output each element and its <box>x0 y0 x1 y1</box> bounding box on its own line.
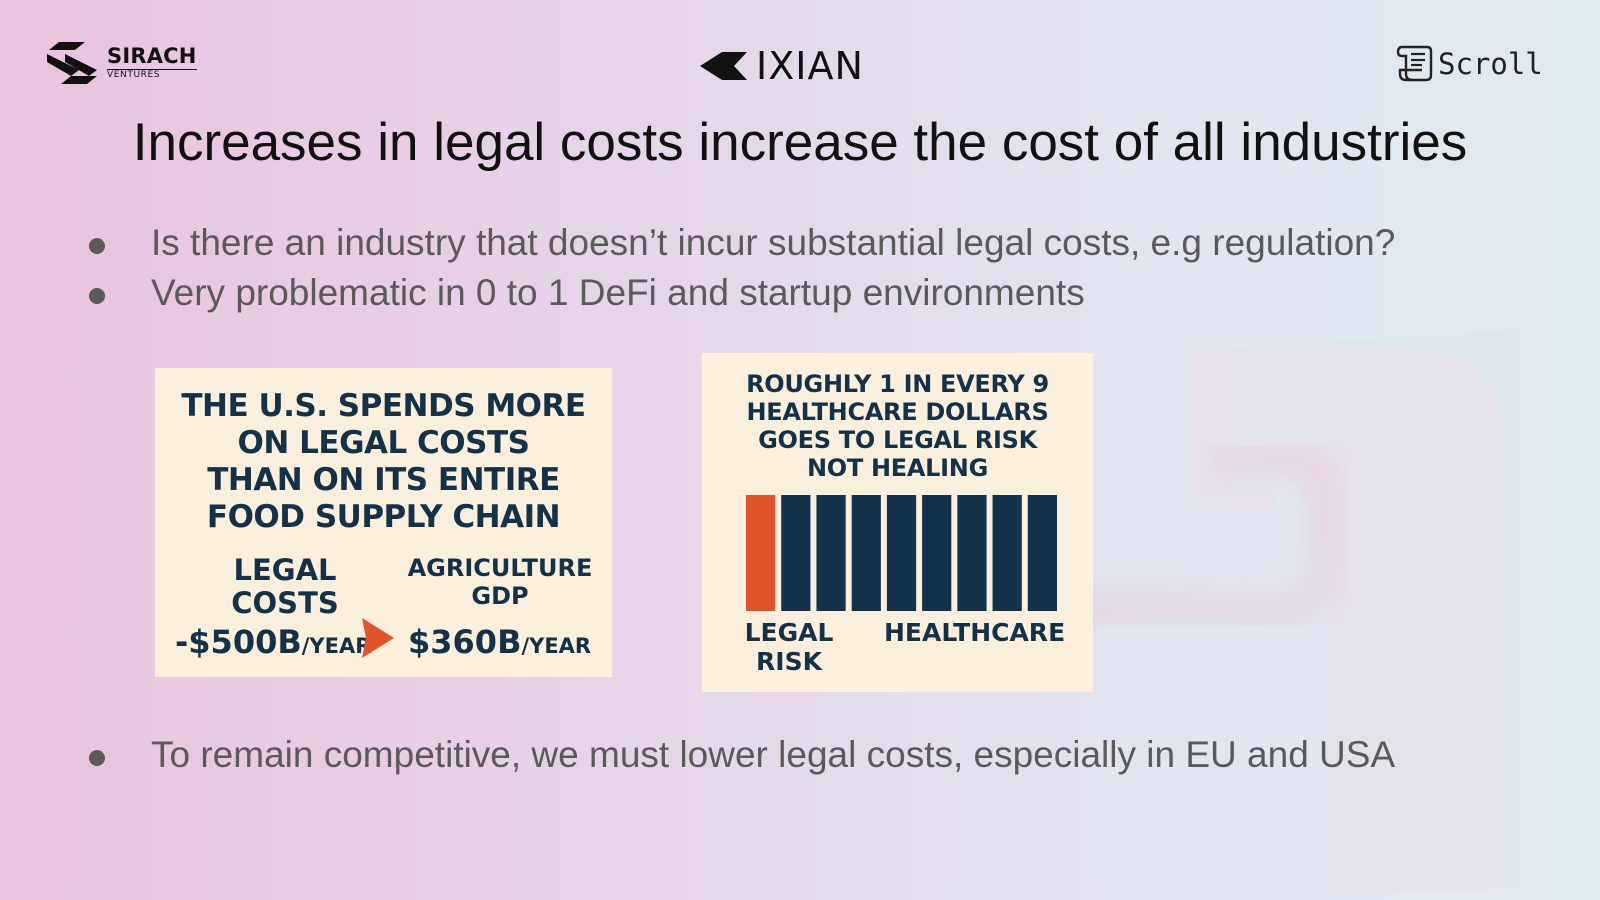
healthcare-bar <box>781 495 811 611</box>
legal-risk-bar <box>746 495 776 611</box>
bullet-dot-icon <box>89 750 105 766</box>
value-number: $360B <box>408 623 522 661</box>
headline-line: GOES TO LEGAL RISK <box>758 426 1037 454</box>
label-line: GDP <box>471 582 529 610</box>
legal-costs-value: -$500B/YEAR <box>175 623 371 661</box>
headline-line: FOOD SUPPLY CHAIN <box>206 499 561 535</box>
healthcare-label: HEALTHCARE <box>884 618 1066 647</box>
headline-line: ON LEGAL COSTS <box>237 425 530 461</box>
legal-vs-food-infographic: THE U.S. SPENDS MORE ON LEGAL COSTS THAN… <box>155 368 612 677</box>
scroll-logo: Scroll <box>1396 44 1543 84</box>
label-line: LEGAL <box>233 553 337 587</box>
bullet-item: Very problematic in 0 to 1 DeFi and star… <box>85 268 1535 318</box>
healthcare-bar <box>1027 495 1057 611</box>
value-unit: /YEAR <box>521 634 592 658</box>
sirach-subtitle: VENTURES <box>107 69 197 80</box>
sirach-mark-icon <box>47 42 97 84</box>
headline-line: ROUGHLY 1 IN EVERY 9 <box>746 370 1049 398</box>
sirach-wordmark: SIRACH <box>107 44 197 68</box>
bullet-text: Is there an industry that doesn’t incur … <box>151 222 1396 263</box>
label-line: LEGAL <box>744 618 834 647</box>
headline-line: NOT HEALING <box>807 454 988 482</box>
label-line: AGRICULTURE <box>407 554 593 582</box>
bullet-item: To remain competitive, we must lower leg… <box>85 730 1535 780</box>
value-number: -$500B <box>175 623 302 661</box>
bullet-dot-icon <box>89 288 105 304</box>
healthcare-bar <box>992 495 1022 611</box>
agriculture-gdp-value: $360B/YEAR <box>408 623 591 661</box>
healthcare-legal-risk-infographic: ROUGHLY 1 IN EVERY 9 HEALTHCARE DOLLARS … <box>702 353 1093 692</box>
bullet-list-top: Is there an industry that doesn’t incur … <box>85 218 1535 318</box>
agriculture-gdp-label: AGRICULTURE GDP <box>395 554 605 610</box>
scroll-icon <box>1396 45 1433 82</box>
label-line: RISK <box>756 647 822 676</box>
bullet-list-bottom: To remain competitive, we must lower leg… <box>85 730 1535 780</box>
legal-risk-label: LEGAL RISK <box>744 618 834 676</box>
dollar-bars-graphic <box>746 495 1057 611</box>
scroll-wordmark: Scroll <box>1438 47 1543 81</box>
sirach-ventures-logo: SIRACH VENTURES <box>45 40 197 86</box>
headline-line: THE U.S. SPENDS MORE <box>181 388 586 424</box>
slide-title: Increases in legal costs increase the co… <box>132 113 1468 172</box>
headline-line: HEALTHCARE DOLLARS <box>746 398 1049 426</box>
healthcare-bar <box>957 495 987 611</box>
healthcare-bar <box>851 495 881 611</box>
infographic-headline: THE U.S. SPENDS MORE ON LEGAL COSTS THAN… <box>155 388 612 536</box>
greater-than-icon <box>362 618 394 658</box>
legal-costs-label: LEGAL COSTS <box>180 554 390 620</box>
bullet-dot-icon <box>89 238 105 254</box>
ixian-mark-icon <box>700 52 747 80</box>
bullet-text: To remain competitive, we must lower leg… <box>151 734 1396 775</box>
headline-line: THAN ON ITS ENTIRE <box>207 462 560 498</box>
ixian-logo: IXIAN <box>700 44 864 88</box>
ixian-wordmark: IXIAN <box>756 44 864 88</box>
healthcare-bar <box>886 495 917 611</box>
infographic-headline: ROUGHLY 1 IN EVERY 9 HEALTHCARE DOLLARS … <box>702 370 1093 482</box>
healthcare-bar <box>816 495 846 611</box>
label-line: COSTS <box>231 586 339 620</box>
healthcare-bar <box>922 495 952 611</box>
bullet-text: Very problematic in 0 to 1 DeFi and star… <box>151 272 1085 313</box>
bullet-item: Is there an industry that doesn’t incur … <box>85 218 1535 268</box>
